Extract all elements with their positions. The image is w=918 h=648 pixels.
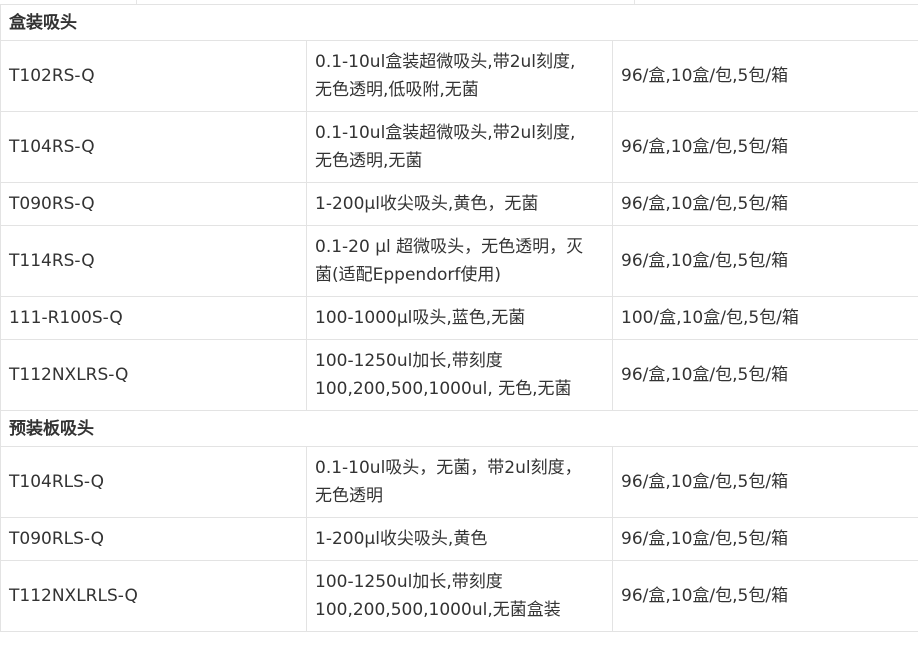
section-title: 盒装吸头 [0, 4, 918, 41]
description-line: 0.1-10ul盒装超微吸头,带2ul刻度, [315, 123, 576, 143]
product-code: 111-R100S-Q [0, 296, 307, 340]
top-border-strip [0, 0, 918, 4]
section-title: 预装板吸头 [0, 410, 918, 447]
product-description: 100-1250ul加长,带刻度 100,200,500,1000ul,无菌盒装 [306, 560, 613, 632]
table-row: 111-R100S-Q 100-1000µl吸头,蓝色,无菌 100/盒,10盒… [0, 296, 918, 340]
table-row: T104RS-Q 0.1-10ul盒装超微吸头,带2ul刻度, 无色透明,无菌 9… [0, 111, 918, 183]
packing-spec: 96/盒,10盒/包,5包/箱 [612, 40, 918, 112]
table-row: T090RLS-Q 1-200µl收尖吸头,黄色 96/盒,10盒/包,5包/箱 [0, 517, 918, 561]
strip-cell [0, 0, 137, 4]
strip-cell [137, 0, 636, 4]
packing-spec: 96/盒,10盒/包,5包/箱 [612, 339, 918, 411]
strip-cell [635, 0, 918, 4]
product-code: T112NXLRLS-Q [0, 560, 307, 632]
description-line: 无色透明 [315, 486, 383, 506]
table-row: T102RS-Q 0.1-10ul盒装超微吸头,带2ul刻度, 无色透明,低吸附,… [0, 40, 918, 112]
table-row: T104RLS-Q 0.1-10ul吸头，无菌，带2ul刻度， 无色透明 96/盒… [0, 446, 918, 518]
product-code: T104RLS-Q [0, 446, 307, 518]
packing-spec: 96/盒,10盒/包,5包/箱 [612, 225, 918, 297]
product-description: 0.1-10ul盒装超微吸头,带2ul刻度, 无色透明,低吸附,无菌 [306, 40, 613, 112]
description-line: 100,200,500,1000ul, 无色,无菌 [315, 379, 572, 399]
description-line: 100-1000µl吸头,蓝色,无菌 [315, 308, 526, 328]
description-line: 无色透明,无菌 [315, 151, 423, 171]
product-code: T090RS-Q [0, 182, 307, 226]
product-description: 1-200µl收尖吸头,黄色 [306, 517, 613, 561]
description-line: 无色透明,低吸附,无菌 [315, 80, 479, 100]
product-code: T104RS-Q [0, 111, 307, 183]
table-row: T112NXLRLS-Q 100-1250ul加长,带刻度 100,200,500… [0, 560, 918, 632]
description-line: 100-1250ul加长,带刻度 [315, 351, 503, 371]
description-line: 100-1250ul加长,带刻度 [315, 572, 503, 592]
description-line: 1-200µl收尖吸头,黄色，无菌 [315, 194, 539, 214]
packing-spec: 100/盒,10盒/包,5包/箱 [612, 296, 918, 340]
packing-spec: 96/盒,10盒/包,5包/箱 [612, 517, 918, 561]
packing-spec: 96/盒,10盒/包,5包/箱 [612, 560, 918, 632]
product-description: 100-1250ul加长,带刻度 100,200,500,1000ul, 无色,无… [306, 339, 613, 411]
description-line: 菌(适配Eppendorf使用) [315, 265, 501, 285]
product-description: 1-200µl收尖吸头,黄色，无菌 [306, 182, 613, 226]
product-code: T102RS-Q [0, 40, 307, 112]
description-line: 0.1-10ul盒装超微吸头,带2ul刻度, [315, 52, 576, 72]
section-header-row: 预装板吸头 [0, 410, 918, 447]
packing-spec: 96/盒,10盒/包,5包/箱 [612, 111, 918, 183]
product-description: 100-1000µl吸头,蓝色,无菌 [306, 296, 613, 340]
product-code: T090RLS-Q [0, 517, 307, 561]
packing-spec: 96/盒,10盒/包,5包/箱 [612, 182, 918, 226]
table-row: T112NXLRS-Q 100-1250ul加长,带刻度 100,200,500,… [0, 339, 918, 411]
section-header-row: 盒装吸头 [0, 4, 918, 41]
product-description: 0.1-10ul盒装超微吸头,带2ul刻度, 无色透明,无菌 [306, 111, 613, 183]
product-table: 盒装吸头 T102RS-Q 0.1-10ul盒装超微吸头,带2ul刻度, 无色透明… [0, 4, 918, 632]
product-description: 0.1-10ul吸头，无菌，带2ul刻度， 无色透明 [306, 446, 613, 518]
packing-spec: 96/盒,10盒/包,5包/箱 [612, 446, 918, 518]
description-line: 0.1-20 µl 超微吸头，无色透明，灭 [315, 237, 584, 257]
table-row: T114RS-Q 0.1-20 µl 超微吸头，无色透明，灭 菌(适配Eppend… [0, 225, 918, 297]
table-row: T090RS-Q 1-200µl收尖吸头,黄色，无菌 96/盒,10盒/包,5包… [0, 182, 918, 226]
product-code: T112NXLRS-Q [0, 339, 307, 411]
description-line: 100,200,500,1000ul,无菌盒装 [315, 600, 561, 620]
description-line: 1-200µl收尖吸头,黄色 [315, 529, 488, 549]
product-description: 0.1-20 µl 超微吸头，无色透明，灭 菌(适配Eppendorf使用) [306, 225, 613, 297]
product-code: T114RS-Q [0, 225, 307, 297]
description-line: 0.1-10ul吸头，无菌，带2ul刻度， [315, 458, 582, 478]
